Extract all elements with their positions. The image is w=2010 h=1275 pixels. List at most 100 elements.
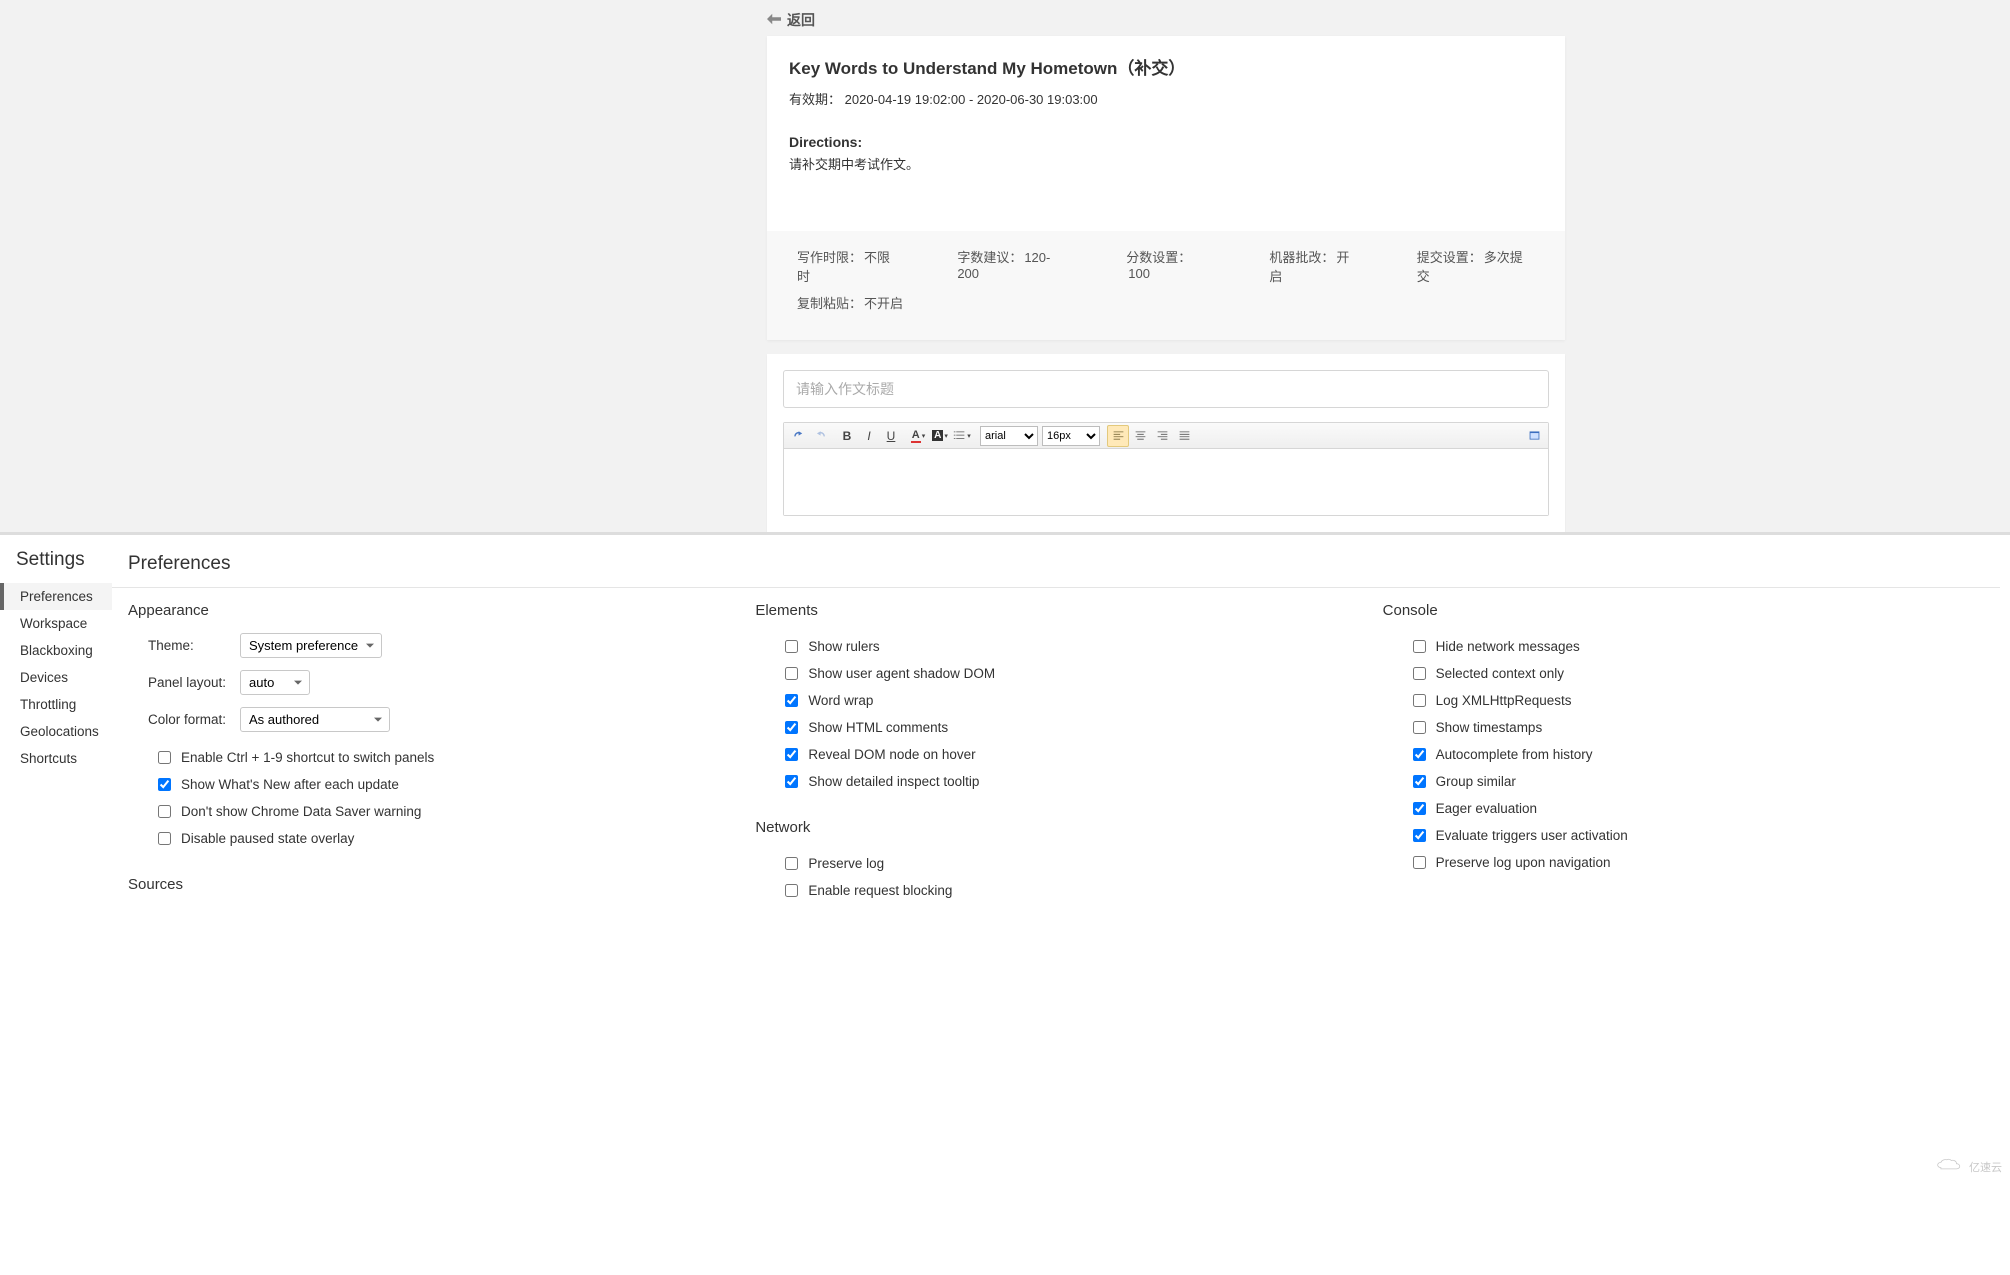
nav-item-devices[interactable]: Devices (0, 664, 112, 691)
checkbox-label: Show HTML comments (808, 720, 948, 735)
nav-item-geolocations[interactable]: Geolocations (0, 718, 112, 745)
align-justify-button[interactable] (1173, 425, 1195, 447)
nav-item-blackboxing[interactable]: Blackboxing (0, 637, 112, 664)
list-button[interactable]: ▾ (951, 425, 973, 447)
checkbox-label: Don't show Chrome Data Saver warning (181, 804, 421, 819)
appearance-title: Appearance (128, 602, 745, 619)
checkbox[interactable] (1413, 667, 1426, 680)
checkbox-row: Autocomplete from history (1383, 741, 2000, 768)
assignment-title: Key Words to Understand My Hometown（补交） (789, 54, 1543, 79)
meta-item: 写作时限：不限时 (797, 247, 902, 285)
checkbox-label: Enable request blocking (808, 883, 952, 898)
back-arrow-icon (767, 12, 781, 28)
theme-select[interactable]: System preference (240, 633, 382, 658)
align-right-button[interactable] (1151, 425, 1173, 447)
checkbox[interactable] (1413, 775, 1426, 788)
checkbox-row: Log XMLHttpRequests (1383, 687, 2000, 714)
nav-item-workspace[interactable]: Workspace (0, 610, 112, 637)
checkbox[interactable] (785, 694, 798, 707)
checkbox[interactable] (1413, 829, 1426, 842)
checkbox-row: Reveal DOM node on hover (755, 741, 1372, 768)
checkbox-row: Show What's New after each update (128, 771, 745, 798)
checkbox[interactable] (785, 775, 798, 788)
checkbox-label: Selected context only (1436, 666, 1564, 681)
font-color-button[interactable]: A▾ (907, 425, 929, 447)
checkbox[interactable] (785, 721, 798, 734)
checkbox-label: Autocomplete from history (1436, 747, 1593, 762)
bold-button[interactable]: B (836, 425, 858, 447)
checkbox-row: Show user agent shadow DOM (755, 660, 1372, 687)
checkbox[interactable] (158, 778, 171, 791)
meta-item: 提交设置：多次提交 (1417, 247, 1535, 285)
checkbox[interactable] (785, 748, 798, 761)
checkbox[interactable] (1413, 694, 1426, 707)
assignment-card: Key Words to Understand My Hometown（补交） … (767, 36, 1565, 340)
nav-item-preferences[interactable]: Preferences (0, 583, 112, 610)
meta-item: 复制粘贴：不开启 (797, 293, 903, 312)
checkbox-row: Enable Ctrl + 1-9 shortcut to switch pan… (128, 744, 745, 771)
checkbox-label: Word wrap (808, 693, 873, 708)
undo-button[interactable] (787, 425, 809, 447)
back-button[interactable]: 返回 (767, 0, 1565, 36)
assignment-panel: 返回 Key Words to Understand My Hometown（补… (0, 0, 2010, 532)
italic-button[interactable]: I (858, 425, 880, 447)
checkbox[interactable] (785, 884, 798, 897)
checkbox-row: Disable paused state overlay (128, 825, 745, 852)
font-size-select[interactable]: 16px (1042, 426, 1100, 446)
color-format-select[interactable]: As authored (240, 707, 390, 732)
devtools-settings: Settings PreferencesWorkspaceBlackboxing… (0, 532, 2010, 1275)
redo-button[interactable] (809, 425, 831, 447)
rte-content[interactable] (784, 449, 1548, 515)
checkbox-label: Group similar (1436, 774, 1516, 789)
checkbox-row: Eager evaluation (1383, 795, 2000, 822)
directions-text: 请补交期中考试作文。 (789, 154, 1543, 173)
checkbox-label: Preserve log (808, 856, 884, 871)
divider (112, 587, 2000, 588)
checkbox[interactable] (1413, 802, 1426, 815)
checkbox-label: Enable Ctrl + 1-9 shortcut to switch pan… (181, 750, 434, 765)
essay-title-input[interactable] (783, 370, 1549, 408)
font-family-select[interactable]: arial (980, 426, 1038, 446)
checkbox[interactable] (785, 640, 798, 653)
checkbox[interactable] (1413, 640, 1426, 653)
checkbox-row: Preserve log upon navigation (1383, 849, 2000, 876)
settings-title: Settings (16, 549, 112, 571)
underline-button[interactable]: U (880, 425, 902, 447)
checkbox-row: Enable request blocking (755, 877, 1372, 904)
checkbox[interactable] (1413, 856, 1426, 869)
checkbox[interactable] (1413, 748, 1426, 761)
settings-nav: PreferencesWorkspaceBlackboxingDevicesTh… (0, 583, 112, 772)
align-left-button[interactable] (1107, 425, 1129, 447)
checkbox-label: Log XMLHttpRequests (1436, 693, 1572, 708)
checkbox-label: Show What's New after each update (181, 777, 399, 792)
nav-item-shortcuts[interactable]: Shortcuts (0, 745, 112, 772)
watermark-text: 亿速云 (1969, 1159, 2002, 1175)
checkbox[interactable] (158, 751, 171, 764)
checkbox-row: Group similar (1383, 768, 2000, 795)
watermark: 亿速云 (1937, 1158, 2002, 1175)
console-title: Console (1383, 602, 2000, 619)
settings-sidebar: Settings PreferencesWorkspaceBlackboxing… (0, 535, 112, 1275)
checkbox[interactable] (1413, 721, 1426, 734)
watermark-icon (1937, 1158, 1963, 1175)
checkbox-row: Show HTML comments (755, 714, 1372, 741)
checkbox[interactable] (785, 667, 798, 680)
checkbox[interactable] (158, 832, 171, 845)
checkbox-label: Show timestamps (1436, 720, 1543, 735)
sources-title: Sources (128, 876, 745, 893)
meta-bar: 写作时限：不限时字数建议：120-200分数设置：100机器批改：开启提交设置：… (767, 231, 1565, 340)
checkbox-label: Reveal DOM node on hover (808, 747, 975, 762)
align-center-button[interactable] (1129, 425, 1151, 447)
back-color-button[interactable]: A▾ (929, 425, 951, 447)
panel-layout-select[interactable]: auto (240, 670, 310, 695)
directions-label: Directions: (789, 134, 1543, 150)
fullscreen-button[interactable] (1523, 425, 1545, 447)
checkbox[interactable] (158, 805, 171, 818)
checkbox-row: Don't show Chrome Data Saver warning (128, 798, 745, 825)
checkbox-label: Hide network messages (1436, 639, 1580, 654)
checkbox-row: Hide network messages (1383, 633, 2000, 660)
checkbox[interactable] (785, 857, 798, 870)
nav-item-throttling[interactable]: Throttling (0, 691, 112, 718)
page-title: Preferences (128, 553, 2000, 575)
meta-item: 字数建议：120-200 (957, 247, 1071, 285)
